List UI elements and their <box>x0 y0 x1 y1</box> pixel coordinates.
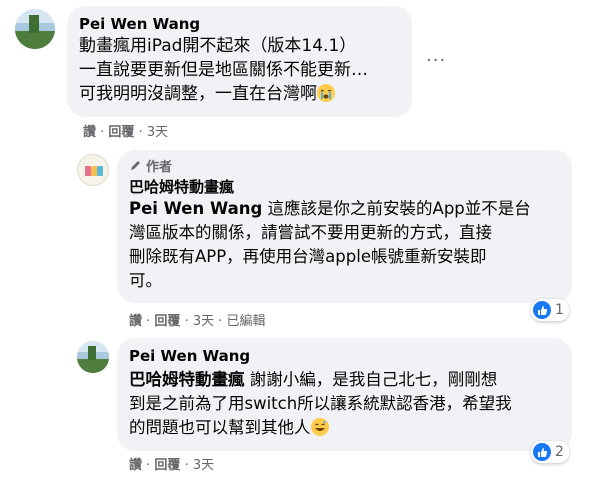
comment-text: 動畫瘋用iPad開不起來（版本14.1） 一直說要更新但是地區關係不能更新… 可… <box>79 34 400 106</box>
like-link[interactable]: 讚 <box>129 314 142 329</box>
comment-line-text: 可我明明沒調整，一直在台灣啊 <box>79 84 317 104</box>
reply-actions: 讚 · 回覆 · 3天 <box>129 458 215 473</box>
comment-time[interactable]: 3天 <box>147 125 168 140</box>
reaction-count[interactable]: 2 <box>531 441 569 463</box>
reply-author[interactable]: Pei Wen Wang <box>129 346 560 366</box>
avatar[interactable] <box>77 154 109 186</box>
reply-line-text: 謝謝小編，是我自己北七，剛剛想 <box>249 370 498 389</box>
reply-author[interactable]: 巴哈姆特動畫瘋 <box>129 177 560 197</box>
like-link[interactable]: 讚 <box>129 458 142 473</box>
reply-text: 巴哈姆特動畫瘋 謝謝小編，是我自己北七，剛剛想 到是之前為了用switch所以讓… <box>129 368 560 440</box>
reply-text: Pei Wen Wang 這應該是你之前安裝的App並不是台 灣區版本的關係，請… <box>129 197 560 293</box>
comment-author[interactable]: Pei Wen Wang <box>79 14 400 34</box>
mention-link[interactable]: 巴哈姆特動畫瘋 <box>129 370 245 389</box>
avatar[interactable] <box>15 9 55 49</box>
reply-actions: 讚 · 回覆 · 3天 · 已編輯 <box>129 314 266 329</box>
reply-line: 的問題也可以幫到其他人 <box>129 416 560 440</box>
crying-face-emoji-icon <box>317 84 335 102</box>
avatar-image <box>15 9 55 49</box>
reply-line: 刪除既有APP，再使用台灣apple帳號重新安裝即 <box>129 247 487 266</box>
author-badge-label: 作者 <box>146 160 173 175</box>
reply-bubble: 作者 巴哈姆特動畫瘋 Pei Wen Wang 這應該是你之前安裝的App並不是… <box>117 150 572 303</box>
reply-line: 灣區版本的關係，請嘗試不要用更新的方式，直接 <box>129 223 492 242</box>
reply-line: 到是之前為了用switch所以讓系統默認香港，希望我 <box>129 394 512 413</box>
reaction-count-label: 1 <box>555 302 564 318</box>
like-link[interactable]: 讚 <box>83 125 96 140</box>
more-options-button[interactable]: ··· <box>426 50 446 71</box>
reply-time[interactable]: 3天 <box>193 458 214 473</box>
reply-line: 巴哈姆特動畫瘋 謝謝小編，是我自己北七，剛剛想 <box>129 368 560 392</box>
like-reaction-icon <box>533 443 551 461</box>
reply-line-text: 的問題也可以幫到其他人 <box>129 418 311 437</box>
page-logo-icon <box>85 166 103 176</box>
reply-link[interactable]: 回覆 <box>154 314 180 329</box>
reply-time[interactable]: 3天 <box>193 314 214 329</box>
reply-line: 可。 <box>129 271 162 290</box>
grinning-sweat-emoji-icon <box>310 418 329 436</box>
comment-line: 動畫瘋用iPad開不起來（版本14.1） <box>79 36 357 56</box>
comment-bubble: Pei Wen Wang 動畫瘋用iPad開不起來（版本14.1） 一直說要更新… <box>67 6 412 117</box>
reply-line: Pei Wen Wang 這應該是你之前安裝的App並不是台 <box>129 197 560 221</box>
comment-line: 一直說要更新但是地區關係不能更新… <box>79 60 368 80</box>
reply-bubble: Pei Wen Wang 巴哈姆特動畫瘋 謝謝小編，是我自己北七，剛剛想 到是之… <box>117 338 572 451</box>
pencil-icon <box>131 161 140 170</box>
like-reaction-icon <box>533 301 551 319</box>
edited-label: 已編輯 <box>226 314 266 329</box>
avatar-image <box>77 341 109 373</box>
reply-line-text: 這應該是你之前安裝的App並不是台 <box>267 199 531 218</box>
reaction-count[interactable]: 1 <box>531 299 569 321</box>
mention-link[interactable]: Pei Wen Wang <box>129 199 262 218</box>
reaction-count-label: 2 <box>555 444 564 460</box>
reply-link[interactable]: 回覆 <box>108 125 134 140</box>
author-badge: 作者 <box>129 156 560 175</box>
reply-link[interactable]: 回覆 <box>154 458 180 473</box>
comment-actions: 讚 · 回覆 · 3天 <box>83 125 169 140</box>
avatar[interactable] <box>77 341 109 373</box>
comment-line: 可我明明沒調整，一直在台灣啊 <box>79 82 400 106</box>
